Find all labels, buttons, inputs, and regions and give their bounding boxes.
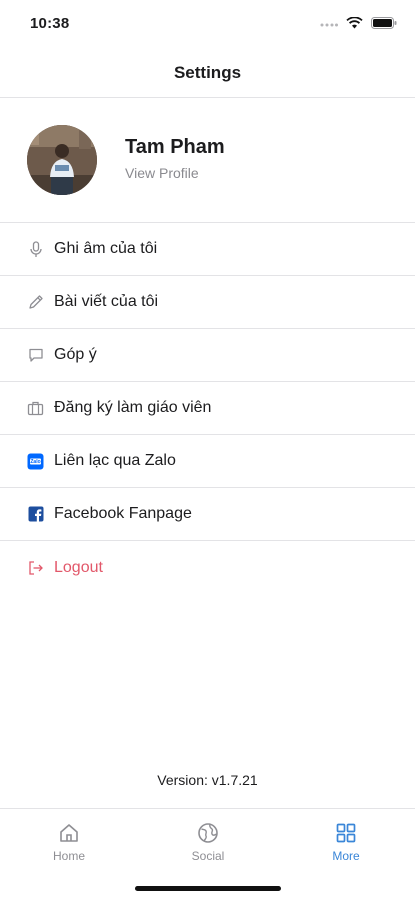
chat-bubble-icon — [27, 347, 44, 364]
status-icons — [320, 16, 397, 34]
wifi-icon — [346, 16, 363, 34]
briefcase-icon — [27, 400, 44, 417]
logout-label: Logout — [54, 558, 103, 576]
menu-item-zalo-contact[interactable]: Zalo Liên lạc qua Zalo — [0, 435, 415, 488]
menu-item-label: Ghi âm của tôi — [54, 240, 158, 257]
menu-item-feedback[interactable]: Góp ý — [0, 329, 415, 382]
svg-text:Zalo: Zalo — [30, 459, 40, 465]
logout-icon — [27, 559, 44, 576]
facebook-icon — [27, 506, 44, 523]
menu-item-label: Bài viết của tôi — [54, 293, 159, 310]
menu-item-facebook-fanpage[interactable]: Facebook Fanpage — [0, 488, 415, 541]
settings-menu: Ghi âm của tôi Bài viết của tôi Góp ý Đă… — [0, 223, 415, 594]
tab-label: More — [332, 849, 360, 863]
avatar[interactable] — [27, 125, 97, 195]
profile-name: Tam Pham — [125, 136, 225, 158]
tab-bar: Home Social More — [0, 808, 415, 901]
tab-label: Social — [191, 849, 225, 863]
status-bar: 10:38 — [0, 0, 415, 50]
home-indicator — [135, 886, 281, 891]
battery-icon — [371, 16, 397, 34]
logout-button[interactable]: Logout — [0, 541, 415, 594]
version-text: Version: v1.7.21 — [157, 772, 258, 788]
pencil-icon — [27, 294, 44, 311]
menu-item-my-posts[interactable]: Bài viết của tôi — [0, 276, 415, 329]
tab-label: Home — [52, 849, 85, 863]
menu-item-label: Liên lạc qua Zalo — [54, 452, 176, 469]
profile-section[interactable]: Tam Pham View Profile — [0, 98, 415, 223]
navigation-bar: Settings — [0, 50, 415, 98]
view-profile-link[interactable]: View Profile — [125, 165, 199, 181]
microphone-icon — [27, 240, 44, 258]
grid-icon — [334, 821, 358, 845]
menu-item-recordings[interactable]: Ghi âm của tôi — [0, 223, 415, 276]
home-icon — [57, 821, 81, 845]
tab-social[interactable]: Social — [168, 821, 248, 863]
menu-item-label: Facebook Fanpage — [54, 505, 192, 522]
menu-item-label: Đăng ký làm giáo viên — [54, 399, 212, 416]
page-title: Settings — [173, 63, 242, 82]
tab-home[interactable]: Home — [29, 821, 109, 863]
cellular-dots-icon — [320, 16, 338, 34]
tab-more[interactable]: More — [306, 821, 386, 863]
status-time: 10:38 — [30, 15, 70, 32]
zalo-icon: Zalo — [27, 453, 44, 470]
menu-item-become-teacher[interactable]: Đăng ký làm giáo viên — [0, 382, 415, 435]
globe-icon — [196, 821, 220, 845]
menu-item-label: Góp ý — [54, 346, 97, 363]
